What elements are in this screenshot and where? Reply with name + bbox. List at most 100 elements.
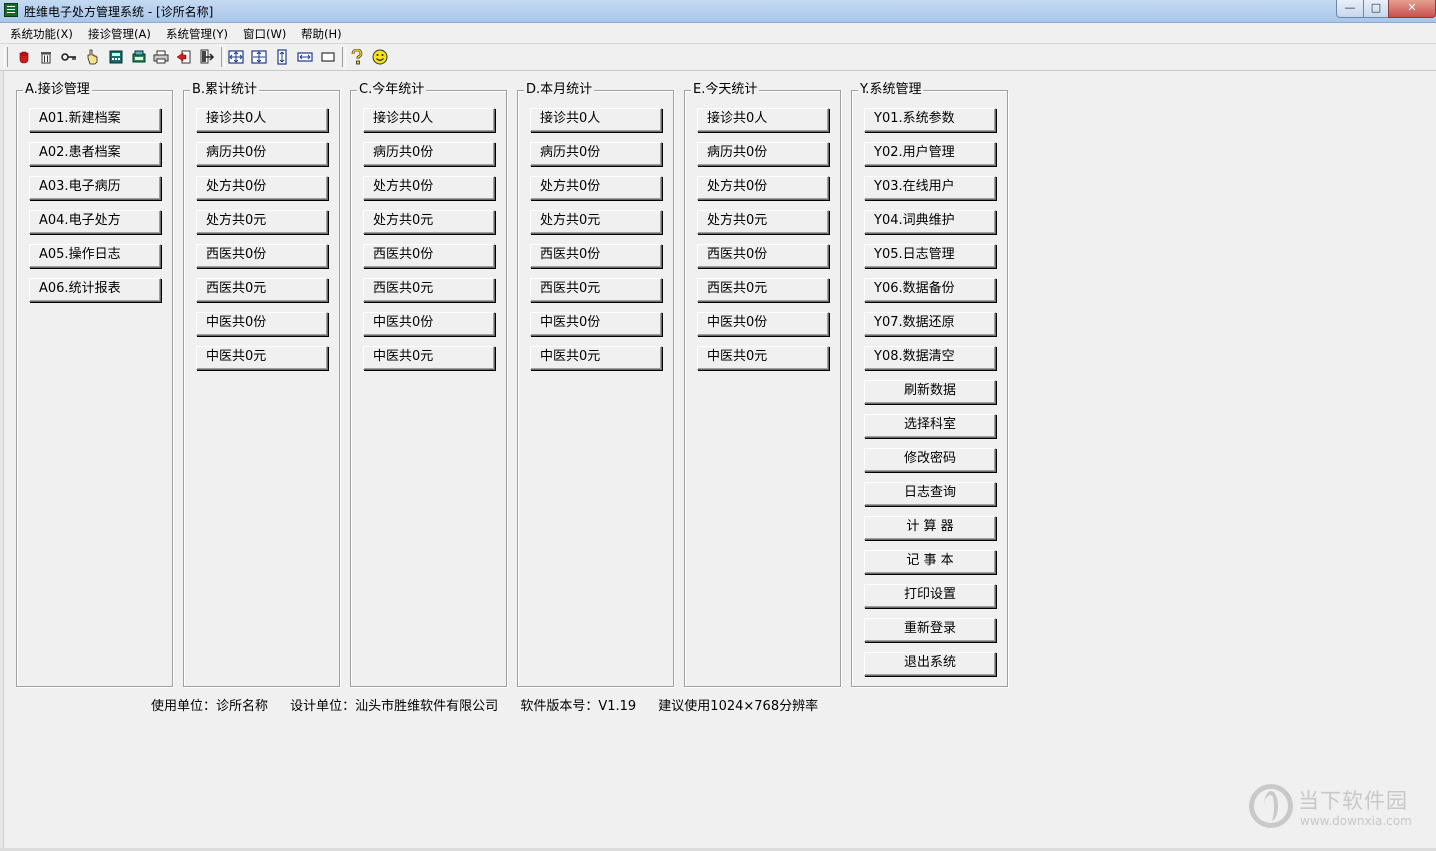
- stat-western-amount-button[interactable]: 西医共0元: [530, 278, 662, 302]
- online-users-button[interactable]: Y03.在线用户: [864, 176, 996, 200]
- stat-visits-button[interactable]: 接诊共0人: [697, 108, 829, 132]
- stat-records-button[interactable]: 病历共0份: [196, 142, 328, 166]
- group-system-management: Y.系统管理 Y01.系统参数 Y02.用户管理 Y03.在线用户 Y04.词典…: [851, 82, 1008, 687]
- stat-prescriptions-count-button[interactable]: 处方共0份: [196, 176, 328, 200]
- group-title: C.今年统计: [357, 82, 427, 98]
- menu-system-function[interactable]: 系统功能(X): [10, 26, 73, 42]
- electronic-medical-record-button[interactable]: A03.电子病历: [29, 176, 161, 200]
- toolbar-separator: [342, 47, 346, 67]
- data-backup-button[interactable]: Y06.数据备份: [864, 278, 996, 302]
- stat-prescriptions-amount-button[interactable]: 处方共0元: [697, 210, 829, 234]
- group-title: Y.系统管理: [858, 82, 924, 98]
- stat-visits-button[interactable]: 接诊共0人: [196, 108, 328, 132]
- key-icon[interactable]: [60, 48, 78, 66]
- trash-icon[interactable]: [37, 48, 55, 66]
- stat-chinese-count-button[interactable]: 中医共0份: [196, 312, 328, 336]
- window-title: 胜维电子处方管理系统 - [诊所名称]: [24, 5, 214, 19]
- stat-chinese-amount-button[interactable]: 中医共0元: [697, 346, 829, 370]
- logout-icon[interactable]: [198, 48, 216, 66]
- group-reception: A.接诊管理 A01.新建档案 A02.患者档案 A03.电子病历 A04.电子…: [16, 82, 173, 687]
- menu-reception[interactable]: 接诊管理(A): [88, 26, 151, 42]
- title-bar: 胜维电子处方管理系统 - [诊所名称] — □ ✕: [0, 0, 1436, 23]
- group-title: D.本月统计: [524, 82, 595, 98]
- info-line: 使用单位：诊所名称 设计单位：汕头市胜维软件有限公司 软件版本号：V1.19 建…: [151, 695, 836, 714]
- stat-chinese-amount-button[interactable]: 中医共0元: [530, 346, 662, 370]
- calculator-button[interactable]: 计 算 器: [864, 516, 996, 540]
- new-record-button[interactable]: A01.新建档案: [29, 108, 161, 132]
- group-year-stats: C.今年统计 接诊共0人 病历共0份 处方共0份 处方共0元 西医共0份 西医共…: [350, 82, 507, 687]
- menu-system-management[interactable]: 系统管理(Y): [166, 26, 228, 42]
- statistics-report-button[interactable]: A06.统计报表: [29, 278, 161, 302]
- change-password-button[interactable]: 修改密码: [864, 448, 996, 472]
- watermark-text: 当下软件园: [1298, 789, 1408, 813]
- stat-records-button[interactable]: 病历共0份: [697, 142, 829, 166]
- stat-prescriptions-count-button[interactable]: 处方共0份: [530, 176, 662, 200]
- menu-help[interactable]: 帮助(H): [301, 26, 342, 42]
- stat-records-button[interactable]: 病历共0份: [363, 142, 495, 166]
- mdi-left-edge: [0, 71, 4, 851]
- stat-prescriptions-amount-button[interactable]: 处方共0元: [530, 210, 662, 234]
- stat-records-button[interactable]: 病历共0份: [530, 142, 662, 166]
- log-query-button[interactable]: 日志查询: [864, 482, 996, 506]
- printer-icon[interactable]: [152, 48, 170, 66]
- tile-horizontal-icon[interactable]: [296, 48, 314, 66]
- operation-log-button[interactable]: A05.操作日志: [29, 244, 161, 268]
- calculator-icon[interactable]: [107, 48, 125, 66]
- stat-chinese-count-button[interactable]: 中医共0份: [530, 312, 662, 336]
- group-today-stats: E.今天统计 接诊共0人 病历共0份 处方共0份 处方共0元 西医共0份 西医共…: [684, 82, 841, 687]
- relogin-button[interactable]: 重新登录: [864, 618, 996, 642]
- stop-hand-icon[interactable]: [15, 48, 33, 66]
- stat-prescriptions-amount-button[interactable]: 处方共0元: [196, 210, 328, 234]
- electronic-prescription-button[interactable]: A04.电子处方: [29, 210, 161, 234]
- menu-bar: 系统功能(X) 接诊管理(A) 系统管理(Y) 窗口(W) 帮助(H): [0, 23, 1436, 44]
- dictionary-maintenance-button[interactable]: Y04.词典维护: [864, 210, 996, 234]
- stat-chinese-amount-button[interactable]: 中医共0元: [196, 346, 328, 370]
- restore-icon[interactable]: [319, 48, 337, 66]
- stat-prescriptions-count-button[interactable]: 处方共0份: [363, 176, 495, 200]
- stat-chinese-amount-button[interactable]: 中医共0元: [363, 346, 495, 370]
- group-cumulative-stats: B.累计统计 接诊共0人 病历共0份 处方共0份 处方共0元 西医共0份 西医共…: [183, 82, 340, 687]
- stat-western-amount-button[interactable]: 西医共0元: [196, 278, 328, 302]
- toolbar: [0, 44, 1436, 71]
- user-management-button[interactable]: Y02.用户管理: [864, 142, 996, 166]
- menu-window[interactable]: 窗口(W): [243, 26, 286, 42]
- stat-chinese-count-button[interactable]: 中医共0份: [697, 312, 829, 336]
- minimize-button[interactable]: —: [1336, 0, 1364, 18]
- stat-prescriptions-count-button[interactable]: 处方共0份: [697, 176, 829, 200]
- print-settings-button[interactable]: 打印设置: [864, 584, 996, 608]
- stat-western-count-button[interactable]: 西医共0份: [530, 244, 662, 268]
- stat-visits-button[interactable]: 接诊共0人: [530, 108, 662, 132]
- refresh-icon[interactable]: [130, 48, 148, 66]
- stat-western-amount-button[interactable]: 西医共0元: [363, 278, 495, 302]
- close-button[interactable]: ✕: [1388, 0, 1436, 18]
- maximize-button[interactable]: □: [1363, 0, 1389, 18]
- toolbar-separator: [221, 47, 225, 67]
- data-restore-button[interactable]: Y07.数据还原: [864, 312, 996, 336]
- notepad-button[interactable]: 记 事 本: [864, 550, 996, 574]
- data-clear-button[interactable]: Y08.数据清空: [864, 346, 996, 370]
- exit-icon[interactable]: [175, 48, 193, 66]
- log-management-button[interactable]: Y05.日志管理: [864, 244, 996, 268]
- stat-chinese-count-button[interactable]: 中医共0份: [363, 312, 495, 336]
- pointing-hand-icon[interactable]: [83, 48, 101, 66]
- refresh-data-button[interactable]: 刷新数据: [864, 380, 996, 404]
- tile-icon[interactable]: [250, 48, 268, 66]
- stat-visits-button[interactable]: 接诊共0人: [363, 108, 495, 132]
- group-title: A.接诊管理: [23, 82, 92, 98]
- resolution-label: 建议使用1024×768分辨率: [658, 699, 819, 714]
- patient-records-button[interactable]: A02.患者档案: [29, 142, 161, 166]
- group-month-stats: D.本月统计 接诊共0人 病历共0份 处方共0份 处方共0元 西医共0份 西医共…: [517, 82, 674, 687]
- stat-western-amount-button[interactable]: 西医共0元: [697, 278, 829, 302]
- version-label: 软件版本号：V1.19: [520, 699, 637, 714]
- stat-prescriptions-amount-button[interactable]: 处方共0元: [363, 210, 495, 234]
- stat-western-count-button[interactable]: 西医共0份: [363, 244, 495, 268]
- exit-system-button[interactable]: 退出系统: [864, 652, 996, 676]
- system-params-button[interactable]: Y01.系统参数: [864, 108, 996, 132]
- tile-vertical-icon[interactable]: [273, 48, 291, 66]
- stat-western-count-button[interactable]: 西医共0份: [697, 244, 829, 268]
- stat-western-count-button[interactable]: 西医共0份: [196, 244, 328, 268]
- select-department-button[interactable]: 选择科室: [864, 414, 996, 438]
- cascade-icon[interactable]: [227, 48, 245, 66]
- smiley-icon[interactable]: [371, 48, 389, 66]
- help-icon[interactable]: [348, 48, 366, 66]
